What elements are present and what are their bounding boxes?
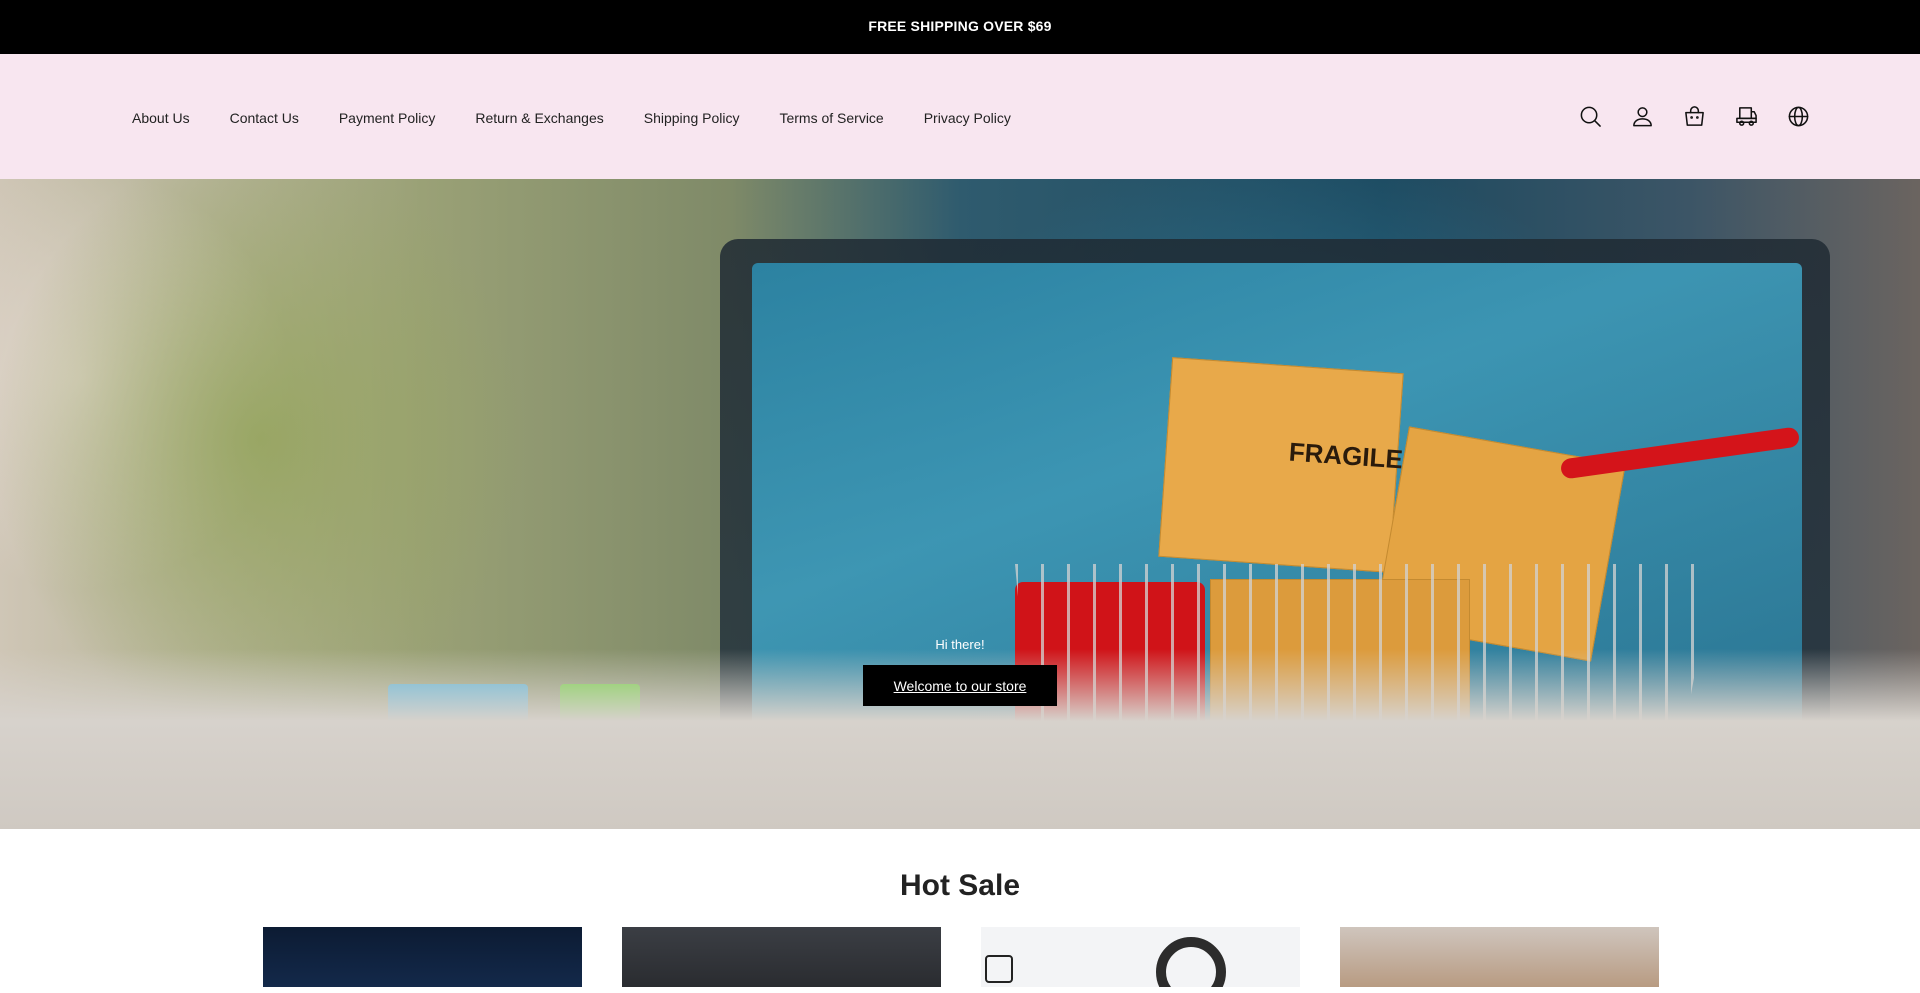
cart-icon[interactable] [1683,105,1706,128]
nav-link-shipping-policy[interactable]: Shipping Policy [644,108,740,126]
announcement-bar: FREE SHIPPING OVER $69 [0,0,1920,54]
hot-sale-section: Hot Sale [0,869,1920,987]
product-image-headband [1156,937,1226,987]
fragile-label: FRAGILE [1287,436,1404,475]
hero-content: Hi there! Welcome to our store [0,637,1920,706]
main-nav: About Us Contact Us Payment Policy Retur… [132,108,1051,126]
welcome-button[interactable]: Welcome to our store [863,665,1057,706]
nav-link-privacy-policy[interactable]: Privacy Policy [924,108,1011,126]
product-grid [263,927,1920,987]
announcement-text: FREE SHIPPING OVER $69 [868,18,1052,34]
section-title: Hot Sale [899,869,1021,902]
nav-link-terms-of-service[interactable]: Terms of Service [779,108,883,126]
hero-banner: FRAGILE Hi there! Welcome to our store [0,179,1920,829]
hero-box: FRAGILE [1158,357,1404,573]
product-card[interactable] [981,927,1300,987]
nav-link-contact-us[interactable]: Contact Us [230,108,299,126]
account-icon[interactable] [1631,105,1654,128]
product-card[interactable] [1340,927,1659,987]
order-tracking-icon[interactable] [1735,105,1758,128]
language-icon[interactable] [1787,105,1810,128]
nav-link-payment-policy[interactable]: Payment Policy [339,108,435,126]
hero-subtitle: Hi there! [935,637,985,652]
nav-link-return-exchanges[interactable]: Return & Exchanges [475,108,603,126]
site-header: About Us Contact Us Payment Policy Retur… [0,54,1920,179]
product-card[interactable] [622,927,941,987]
search-icon[interactable] [1579,105,1602,128]
nav-link-about-us[interactable]: About Us [132,108,190,126]
product-card[interactable] [263,927,582,987]
header-icons [1579,105,1810,128]
product-checkbox-icon [985,955,1013,983]
